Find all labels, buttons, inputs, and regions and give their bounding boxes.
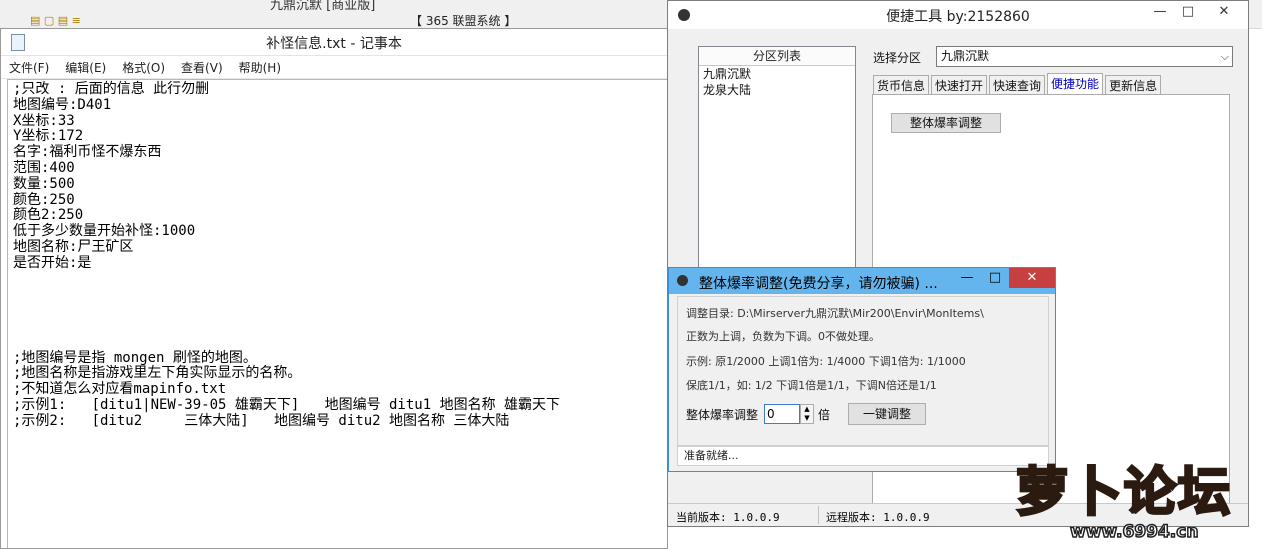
region-list-item[interactable]: 龙泉大陆 [699, 82, 855, 98]
dialog-titlebar[interactable]: 整体爆率调整(免费分享，请勿被骗) ... — □ ✕ [669, 268, 1055, 294]
text-line: 名字:福利币怪不爆东西 [13, 144, 162, 161]
text-line: 地图编号:D401 [13, 96, 112, 113]
text-line: ;只改 : 后面的信息 此行勿删 [13, 81, 210, 97]
dialog-close-button[interactable]: ✕ [1009, 268, 1055, 288]
text-line: 范围:400 [13, 159, 75, 176]
text-line [13, 335, 667, 351]
minimize-button[interactable]: — [1146, 1, 1174, 23]
text-line [13, 303, 667, 319]
notepad-content: ;只改 : 后面的信息 此行勿删 地图编号:D401 X坐标:33 Y坐标:172 名字… [8, 80, 667, 430]
multiplier-unit: 倍 [818, 408, 831, 422]
example-text: 示例: 原1/2000 上调1倍为: 1/4000 下调1倍为: 1/1000 [686, 355, 966, 368]
notepad-title: 补怪信息.txt - 记事本 [266, 36, 402, 52]
menu-file[interactable]: 文件(F) [9, 59, 49, 76]
background-window-title: 九鼎沉默 [商业版] [270, 0, 376, 13]
tab-currency-info[interactable]: 货币信息 [873, 75, 930, 96]
remote-version: 远程版本: 1.0.0.9 [826, 511, 930, 524]
spin-updown-icon[interactable]: ▲ ▼ [800, 404, 814, 424]
watermark-logo: 萝卜论坛 [1014, 462, 1233, 525]
menu-help[interactable]: 帮助(H) [239, 59, 281, 76]
status-divider [818, 506, 819, 524]
notepad-menubar: 文件(F) 编辑(E) 格式(O) 查看(V) 帮助(H) [1, 56, 667, 79]
dialog-minimize-button[interactable]: — [953, 268, 981, 288]
region-list: 分区列表 九鼎沉默 龙泉大陆 [698, 46, 856, 286]
minimum-text: 保底1/1，如: 1/2 下调1倍是1/1，下调N倍还是1/1 [686, 379, 937, 392]
text-line: Y坐标:172 [13, 128, 84, 145]
dialog-maximize-button[interactable]: □ [981, 268, 1009, 288]
text-line: ;地图名称是指游戏里左下角实际显示的名称。 [13, 365, 302, 382]
overall-drop-rate-button[interactable]: 整体爆率调整 [891, 113, 1001, 133]
text-line [13, 287, 667, 303]
text-line: 数量:500 [13, 175, 75, 192]
one-key-adjust-button[interactable]: 一键调整 [848, 403, 926, 425]
select-region-label: 选择分区 [873, 51, 922, 65]
maximize-button[interactable]: □ [1174, 1, 1202, 23]
watermark: 萝卜论坛 www.6994.cn [1010, 450, 1260, 548]
adjust-label: 整体爆率调整 [686, 408, 759, 422]
text-line: 是否开始:是 [13, 254, 92, 271]
text-line: 低于多少数量开始补怪:1000 [13, 223, 196, 240]
close-button[interactable]: ✕ [1202, 1, 1246, 23]
tab-update-info[interactable]: 更新信息 [1105, 75, 1162, 96]
text-line: ;示例1: [ditu1|NEW-39-05 雄霸天下] 地图编号 ditu1 … [13, 396, 561, 413]
tab-convenience[interactable]: 便捷功能 [1047, 73, 1104, 96]
directory-text: 调整目录: D:\Mirserver九鼎沉默\Mir200\Envir\MonI… [686, 307, 984, 320]
menu-edit[interactable]: 编辑(E) [65, 59, 106, 76]
tool-titlebar[interactable]: 便捷工具 by:2152860 — □ ✕ [668, 1, 1248, 29]
tab-bar: 货币信息 快速打开 快速查询 便捷功能 更新信息 [873, 73, 1163, 96]
tab-quick-open[interactable]: 快速打开 [931, 75, 988, 96]
notepad-titlebar[interactable]: 补怪信息.txt - 记事本 [1, 29, 667, 56]
menu-format[interactable]: 格式(O) [122, 59, 165, 76]
text-line: X坐标:33 [13, 112, 75, 129]
background-window-subtitle: 【 365 联盟系统 】 [410, 14, 517, 28]
text-line: ;示例2: [ditu2 三体大陆] 地图编号 ditu2 地图名称 三体大陆 [13, 412, 510, 429]
notepad-text-area[interactable]: ;只改 : 后面的信息 此行勿删 地图编号:D401 X坐标:33 Y坐标:172 名字… [7, 79, 667, 548]
folder-icon: ▤ ▢ ▤ ≡ [30, 14, 81, 27]
drop-rate-dialog: 整体爆率调整(免费分享，请勿被骗) ... — □ ✕ 调整目录: D:\Mir… [668, 267, 1056, 472]
menu-view[interactable]: 查看(V) [181, 59, 223, 76]
region-select[interactable]: 九鼎沉默 ⌵ [936, 46, 1233, 67]
dialog-status: 准备就绪... [677, 446, 1049, 466]
text-line: 颜色:250 [13, 191, 75, 208]
text-line: ;地图编号是指 mongen 刷怪的地图。 [13, 349, 257, 366]
rule-text: 正数为上调，负数为下调。0不做处理。 [686, 330, 880, 343]
watermark-url: www.6994.cn [1069, 521, 1199, 543]
text-line: ;不知道怎么对应看mapinfo.txt [13, 381, 227, 398]
text-line: 颜色2:250 [13, 207, 84, 224]
text-line [13, 272, 667, 288]
region-list-item[interactable]: 九鼎沉默 [699, 66, 855, 82]
dialog-body: 调整目录: D:\Mirserver九鼎沉默\Mir200\Envir\MonI… [677, 296, 1049, 446]
dialog-title: 整体爆率调整(免费分享，请勿被骗) ... [699, 276, 938, 292]
current-version: 当前版本: 1.0.0.9 [676, 511, 780, 524]
tab-quick-query[interactable]: 快速查询 [989, 75, 1046, 96]
multiplier-input[interactable]: 0 [764, 404, 800, 424]
chevron-down-icon[interactable]: ⌵ [1221, 47, 1229, 66]
region-list-header[interactable]: 分区列表 [699, 47, 855, 66]
app-icon [677, 275, 688, 286]
notepad-window: 补怪信息.txt - 记事本 文件(F) 编辑(E) 格式(O) 查看(V) 帮… [0, 28, 668, 549]
text-line: 地图名称:尸王矿区 [13, 238, 134, 255]
text-line [13, 319, 667, 335]
region-select-value: 九鼎沉默 [941, 49, 990, 63]
